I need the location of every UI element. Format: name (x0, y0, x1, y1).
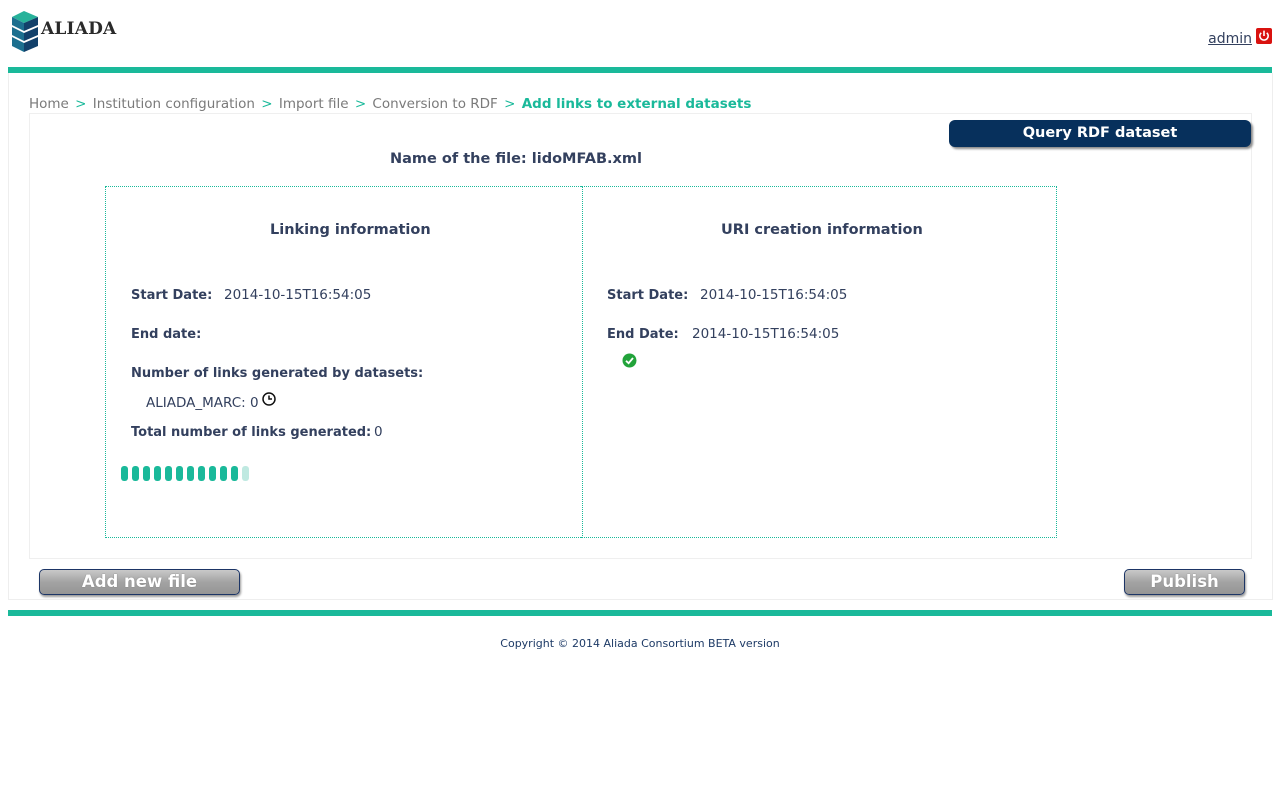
linking-start-date-label: Start Date: (131, 288, 213, 303)
breadcrumb-separator: > (504, 96, 516, 112)
power-icon[interactable] (1256, 28, 1272, 44)
uri-start-date-label: Start Date: (607, 288, 689, 303)
progress-segment (231, 466, 238, 481)
breadcrumb-conversion-to-rdf[interactable]: Conversion to RDF (372, 96, 497, 112)
breadcrumb-separator: > (261, 96, 273, 112)
breadcrumb-import-file[interactable]: Import file (279, 96, 349, 112)
breadcrumb: Home > Institution configuration > Impor… (29, 96, 751, 112)
uri-creation-information-title: URI creation information (721, 222, 923, 238)
file-name-heading: Name of the file: lidoMFAB.xml (390, 151, 642, 167)
progress-segment (143, 466, 150, 481)
linking-end-date-label: End date: (131, 327, 202, 342)
progress-segment (154, 466, 161, 481)
uri-end-date-label: End Date: (607, 327, 679, 342)
uri-start-date-value: 2014-10-15T16:54:05 (700, 287, 848, 303)
breadcrumb-institution-configuration[interactable]: Institution configuration (93, 96, 255, 112)
dataset-links-count: ALIADA_MARC: 0 (146, 395, 259, 411)
linking-start-date-value: 2014-10-15T16:54:05 (224, 287, 372, 303)
progress-segment (132, 466, 139, 481)
progress-segment (187, 466, 194, 481)
progress-segment (165, 466, 172, 481)
linking-information-box (105, 186, 583, 538)
progress-segment (121, 466, 128, 481)
add-new-file-button[interactable]: Add new file (39, 569, 240, 595)
publish-button[interactable]: Publish (1124, 569, 1245, 595)
breadcrumb-separator: > (354, 96, 367, 112)
copyright-text: Copyright © 2014 Aliada Consortium BETA … (500, 637, 780, 650)
clock-icon (262, 392, 276, 406)
progress-segment (198, 466, 205, 481)
footer-divider (8, 610, 1272, 616)
links-by-datasets-label: Number of links generated by datasets: (131, 366, 424, 381)
progress-segment (220, 466, 227, 481)
total-links-value: 0 (374, 424, 383, 440)
check-icon (622, 353, 637, 368)
linking-information-title: Linking information (270, 222, 431, 238)
progress-segment (209, 466, 216, 481)
uri-creation-information-box (581, 186, 1057, 538)
progress-segment (176, 466, 183, 481)
query-rdf-dataset-button[interactable]: Query RDF dataset (949, 120, 1251, 147)
logo-text: ALIADA (41, 19, 117, 39)
breadcrumb-separator: > (75, 96, 87, 112)
uri-end-date-value: 2014-10-15T16:54:05 (692, 326, 840, 342)
admin-user-link[interactable]: admin (1208, 31, 1252, 47)
total-links-label: Total number of links generated: (131, 425, 372, 440)
progress-segment (242, 466, 249, 481)
breadcrumb-home[interactable]: Home (29, 96, 69, 112)
breadcrumb-current: Add links to external datasets (521, 96, 752, 112)
